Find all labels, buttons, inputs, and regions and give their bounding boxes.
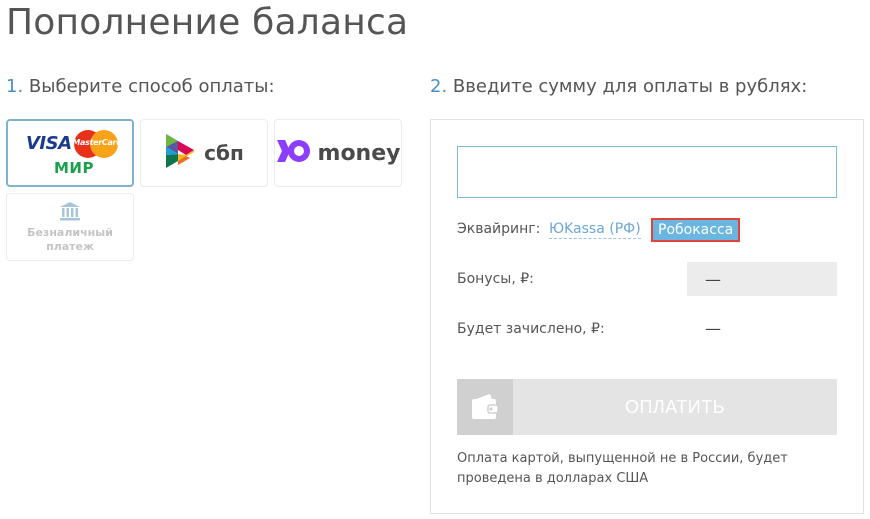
step-1-label: Выберите способ оплаты: [28,76,275,97]
step-1-heading: 1. Выберите способ оплаты: [6,76,275,97]
credited-label: Будет зачислено, ₽: [457,321,605,337]
yoomoney-logo-icon [276,139,312,167]
sbp-label: сбп [204,141,244,165]
acquiring-option-yookassa[interactable]: ЮKassa (РФ) [549,221,641,239]
payment-method-card[interactable]: VISA MasterCard МИР [6,119,134,187]
visa-logo: VISA [26,133,72,154]
page-title: Пополнение баланса [6,2,409,43]
step-2-label: Введите сумму для оплаты в рублях: [452,76,808,97]
amount-input[interactable] [457,146,837,198]
bank-transfer-label-1: Безналичный [27,226,113,239]
payment-method-yoomoney[interactable]: money [274,119,402,187]
wallet-icon [457,379,513,435]
mastercard-logo: MasterCard [72,130,122,158]
yoomoney-label: money [317,140,401,166]
pay-button-label: ОПЛАТИТЬ [624,396,726,417]
mastercard-label: MasterCard [72,138,122,147]
credited-value: — [705,319,721,338]
acquiring-label: Эквайринг: [457,221,541,237]
step-1-number: 1. [6,76,24,97]
mir-logo: МИР [54,159,94,177]
step-2-number: 2. [430,76,448,97]
payment-method-sbp[interactable]: сбп [140,119,268,187]
sbp-logo-icon [164,132,198,174]
step-2-heading: 2. Введите сумму для оплаты в рублях: [430,76,807,97]
bonuses-label: Бонусы, ₽: [457,271,534,287]
payment-method-bank-transfer[interactable]: Безналичный платеж [6,193,134,261]
acquiring-option-robokassa[interactable]: Робокасса [651,218,741,242]
payment-panel: Эквайринг: ЮKassa (РФ) Робокасса Бонусы,… [430,119,864,514]
bank-icon [59,201,81,225]
bonuses-value[interactable]: — [687,262,837,296]
payment-note: Оплата картой, выпущенной не в России, б… [457,451,788,486]
card-logos: VISA MasterCard МИР [20,127,122,179]
bank-transfer-label-2: платеж [46,240,94,253]
pay-button[interactable]: ОПЛАТИТЬ [457,379,837,435]
